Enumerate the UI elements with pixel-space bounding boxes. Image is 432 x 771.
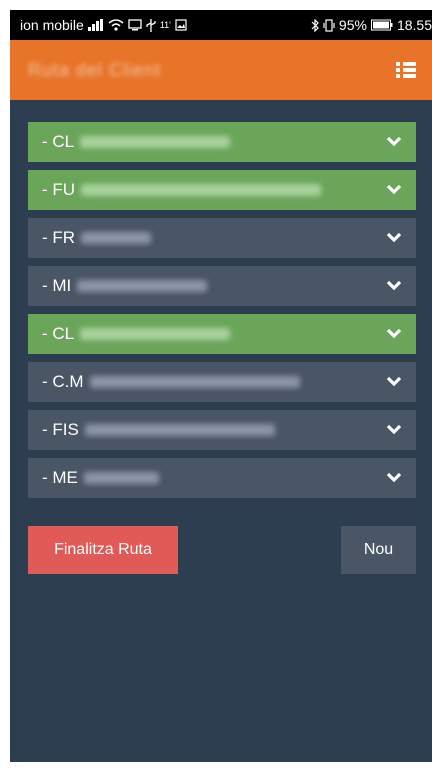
- item-label: - C.M: [42, 372, 84, 391]
- list-item[interactable]: - FR: [28, 218, 416, 258]
- app-bar: Ruta del Client: [10, 40, 432, 100]
- item-label: - CL: [42, 132, 75, 151]
- new-button[interactable]: Nou: [341, 526, 416, 574]
- chevron-down-icon[interactable]: [386, 280, 402, 292]
- usb-icon: [146, 18, 156, 32]
- battery-percent: 95%: [338, 17, 367, 33]
- chevron-down-icon[interactable]: [386, 328, 402, 340]
- bluetooth-icon: [311, 18, 319, 32]
- chevron-down-icon[interactable]: [386, 424, 402, 436]
- redacted-text: [81, 232, 152, 244]
- list-item[interactable]: - FIS: [28, 410, 416, 450]
- usb-speed: 11': [159, 20, 171, 30]
- list-item[interactable]: - FU: [28, 170, 416, 210]
- redacted-text: [89, 376, 300, 388]
- phone-screen: ion mobile 11' 95% 18.55 Ruta del Client…: [10, 10, 432, 762]
- item-label: - ME: [42, 468, 78, 487]
- redacted-text: [80, 328, 231, 340]
- battery-icon: [370, 19, 393, 31]
- redacted-text: [80, 136, 231, 148]
- chevron-down-icon[interactable]: [386, 232, 402, 244]
- redacted-text: [83, 472, 159, 484]
- list-item[interactable]: - CL: [28, 314, 416, 354]
- chevron-down-icon[interactable]: [386, 472, 402, 484]
- wifi-icon: [108, 19, 124, 31]
- signal-icon: [87, 19, 103, 31]
- redacted-text: [81, 184, 322, 196]
- chevron-down-icon[interactable]: [386, 376, 402, 388]
- status-bar: ion mobile 11' 95% 18.55: [10, 10, 432, 40]
- list-item[interactable]: - MI: [28, 266, 416, 306]
- carrier-name: ion mobile: [20, 17, 84, 33]
- list-item[interactable]: - ME: [28, 458, 416, 498]
- list-icon[interactable]: [396, 62, 416, 78]
- chevron-down-icon[interactable]: [386, 136, 402, 148]
- gallery-icon: [175, 19, 187, 31]
- item-label: - CL: [42, 324, 75, 343]
- item-label: - FIS: [42, 420, 79, 439]
- clock: 18.55: [396, 17, 432, 33]
- action-bar: Finalitza Ruta Nou: [10, 506, 432, 574]
- item-label: - FR: [42, 228, 76, 247]
- chevron-down-icon[interactable]: [386, 184, 402, 196]
- screen-cast-icon: [128, 19, 142, 31]
- client-list: - CL - FU - FR - MI - CL - C.M - FIS - M…: [10, 100, 432, 498]
- redacted-text: [77, 280, 208, 292]
- list-item[interactable]: - CL: [28, 122, 416, 162]
- list-item[interactable]: - C.M: [28, 362, 416, 402]
- item-label: - MI: [42, 276, 72, 295]
- vibrate-icon: [323, 18, 335, 32]
- app-title: Ruta del Client: [28, 59, 162, 80]
- finish-route-button[interactable]: Finalitza Ruta: [28, 526, 178, 574]
- item-label: - FU: [42, 180, 76, 199]
- redacted-text: [84, 424, 275, 436]
